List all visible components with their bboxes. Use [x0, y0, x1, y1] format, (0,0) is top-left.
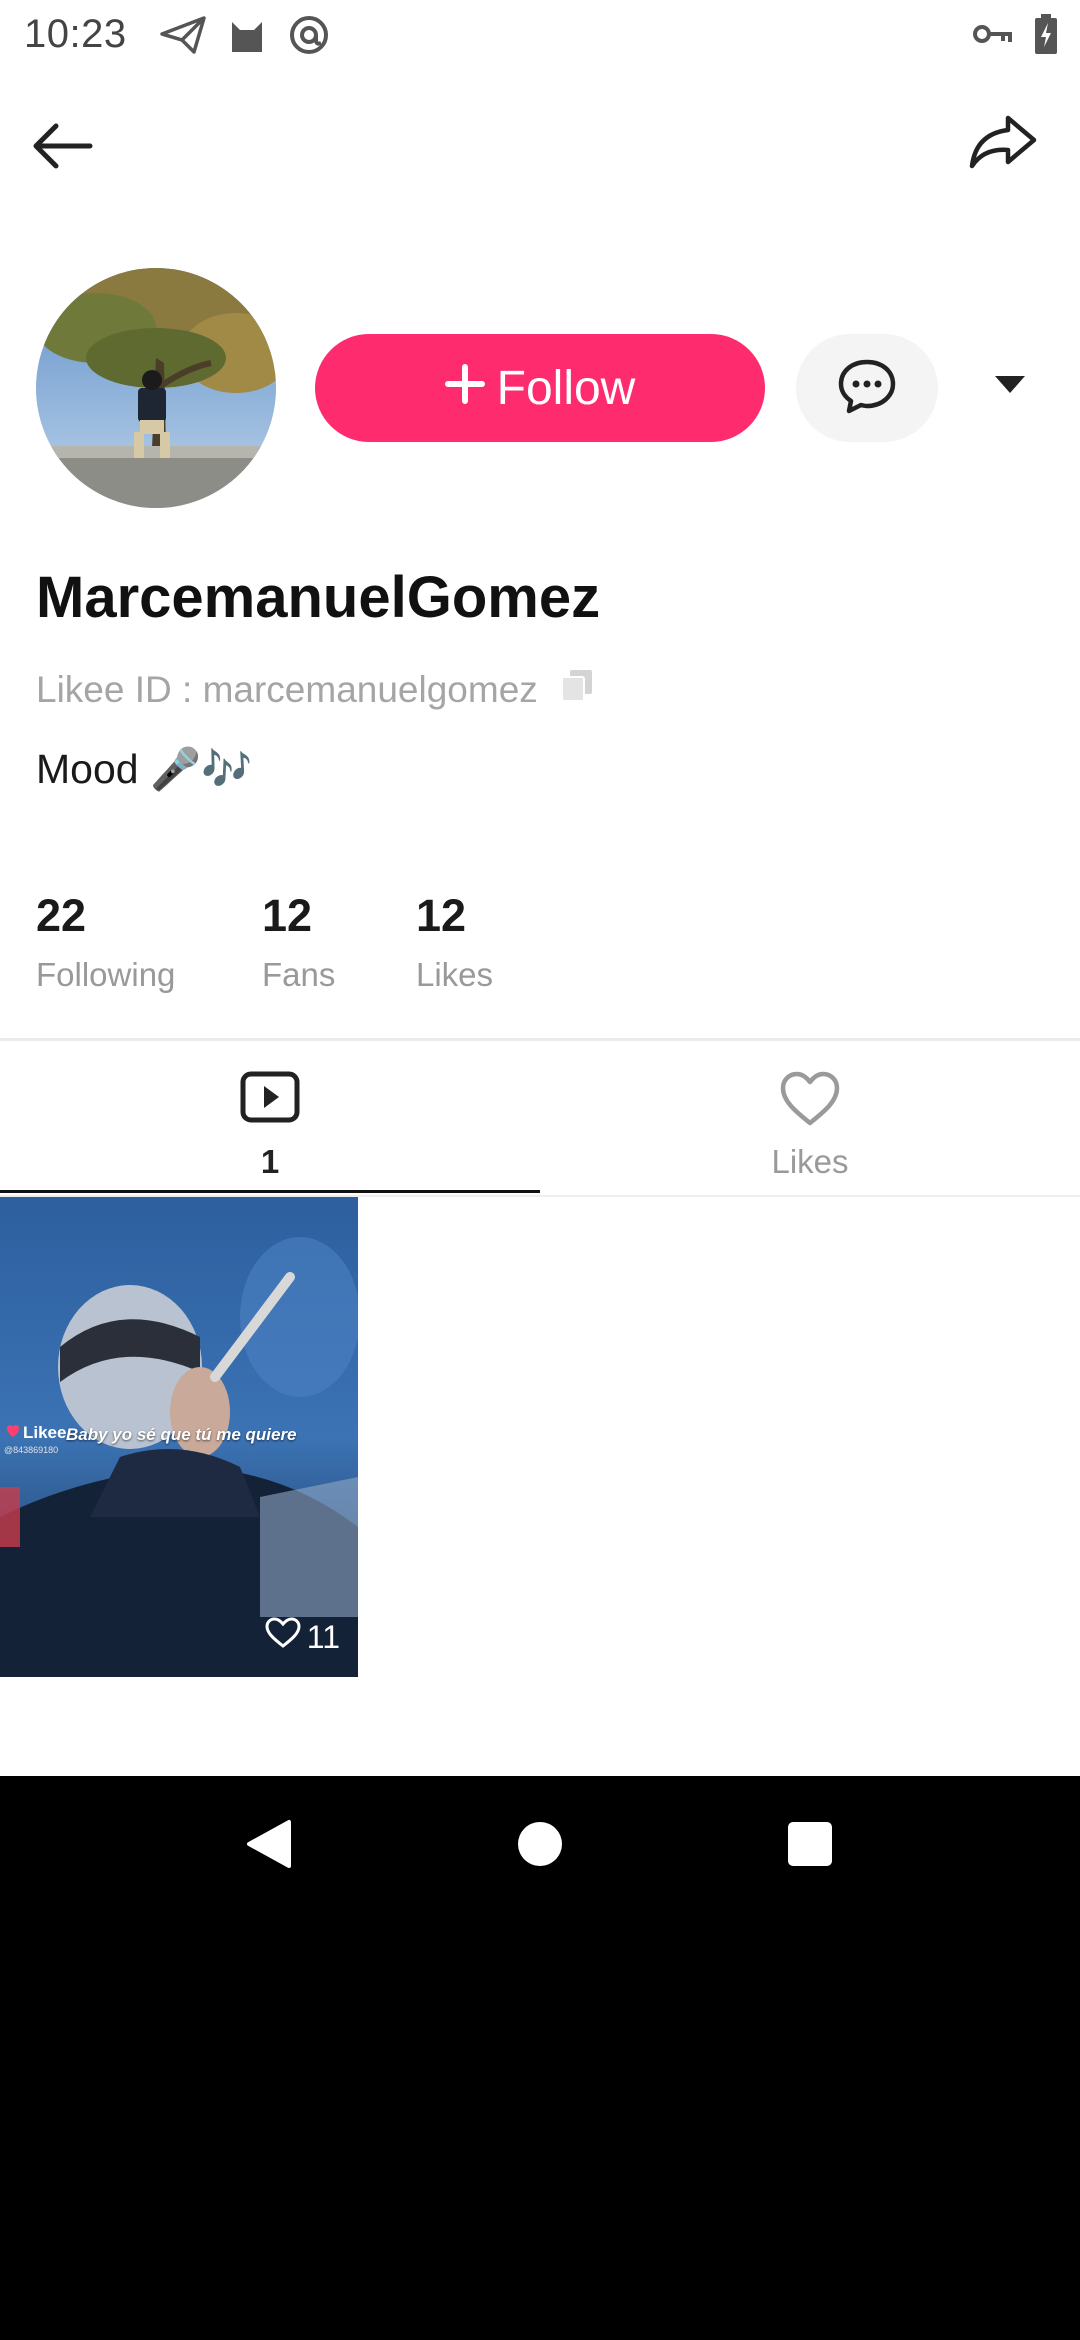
video-tile[interactable]: Likee @843869180 Baby yo sé que tú me qu… [0, 1197, 358, 1677]
content-tabs: 1 Likes [0, 1041, 1080, 1195]
caret-down-icon [993, 373, 1027, 400]
tab-label: 1 [260, 1143, 280, 1180]
back-triangle-icon [243, 1818, 293, 1875]
stat-value: 12 [262, 890, 313, 941]
chat-bubble-icon [837, 358, 897, 419]
status-icons-right [972, 14, 1058, 54]
stat-fans[interactable]: 12 Fans [262, 890, 335, 994]
more-options-button[interactable] [984, 360, 1036, 412]
share-button[interactable] [966, 110, 1040, 174]
top-toolbar [0, 96, 1080, 192]
key-icon [972, 20, 1012, 48]
message-button[interactable] [796, 334, 938, 442]
tab-label: Likes [771, 1143, 849, 1180]
like-count: 11 [306, 1618, 340, 1655]
battery-charging-icon [1034, 14, 1058, 54]
stat-label: Likes [416, 956, 494, 993]
avatar[interactable] [36, 268, 276, 508]
cat-icon [228, 16, 266, 54]
tab-active-indicator [0, 1190, 540, 1193]
tab-likes[interactable]: Likes [540, 1041, 1080, 1195]
stat-value: 22 [36, 890, 87, 941]
nav-recents-button[interactable] [770, 1806, 850, 1886]
video-caption: Baby yo sé que tú me quiere [66, 1425, 297, 1444]
stat-label: Fans [262, 956, 336, 993]
video-play-icon [240, 1071, 300, 1128]
stat-likes[interactable]: 12 Likes [416, 890, 493, 994]
video-like-count: 11 [265, 1617, 340, 1657]
profile-screen: 10:23 Follow MarcemanuelGomez Likee ID:… [0, 0, 1080, 1776]
likee-id-text: Likee ID : marcemanuelgomez [36, 668, 538, 710]
arrow-left-icon [26, 123, 108, 182]
watermark-text: Likee [23, 1423, 67, 1442]
status-time: 10:23 [24, 12, 127, 56]
bio: Mood 🎤🎶 [36, 746, 253, 792]
back-button[interactable] [26, 114, 108, 178]
system-nav-bar [0, 1776, 1080, 1916]
at-sign-icon [288, 14, 330, 56]
copy-icon[interactable] [560, 668, 594, 711]
stat-label: Following [36, 956, 176, 993]
heart-outline-icon [265, 1617, 301, 1657]
home-circle-icon [516, 1820, 564, 1873]
send-icon [160, 16, 206, 54]
follow-label: Follow [496, 361, 636, 415]
stat-following[interactable]: 22 Following [36, 890, 175, 994]
username: MarcemanuelGomez [36, 565, 601, 630]
heart-outline-icon [779, 1071, 841, 1132]
likee-id-row: Likee ID : marcemanuelgomez [36, 668, 594, 711]
likee-logo-icon [6, 1423, 20, 1443]
status-icons-left [160, 14, 330, 56]
follow-button[interactable]: Follow [315, 334, 765, 442]
watermark-id: @843869180 [4, 1445, 59, 1455]
share-arrow-icon [966, 115, 1040, 178]
tab-videos[interactable]: 1 [0, 1041, 540, 1195]
recents-square-icon [786, 1820, 834, 1873]
nav-home-button[interactable] [500, 1806, 580, 1886]
video-watermark: Likee [6, 1423, 66, 1443]
nav-back-button[interactable] [228, 1806, 308, 1886]
stat-value: 12 [416, 890, 467, 941]
plus-icon [444, 361, 485, 416]
status-bar: 10:23 [0, 0, 1080, 72]
